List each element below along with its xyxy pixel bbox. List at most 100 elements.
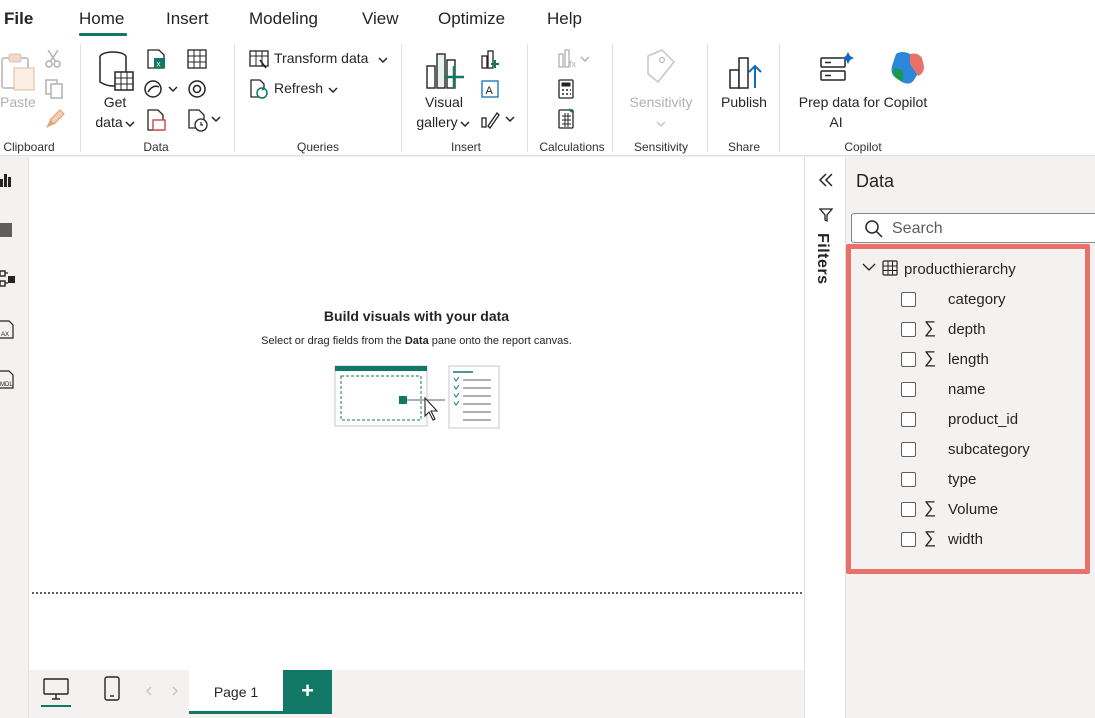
menu-file[interactable]: File [4, 9, 33, 29]
copilot-icon [891, 52, 924, 84]
field-name: Volume [948, 501, 999, 518]
field-row[interactable]: ∑ Volume [901, 498, 1081, 522]
dataverse-file-icon[interactable] [145, 108, 167, 132]
queries-group-label: Queries [296, 140, 340, 154]
enter-data-icon[interactable] [186, 48, 208, 70]
copilot-group-label: Copilot [844, 140, 882, 154]
publish-label: Publish [721, 94, 767, 110]
field-row[interactable]: subcategory [901, 438, 1081, 462]
separator [401, 44, 402, 152]
clipboard-group-label: Clipboard [3, 140, 55, 154]
text-box-icon[interactable]: A [479, 78, 501, 100]
separator [779, 44, 780, 152]
sensitivity-label: Sensitivity [629, 94, 693, 110]
separator [612, 44, 613, 152]
subtitle-bold: Data [404, 335, 429, 347]
format-painter-icon[interactable] [44, 108, 66, 130]
get-data-label-1: Get [103, 94, 127, 110]
menu-help[interactable]: Help [547, 9, 582, 29]
field-checkbox[interactable] [901, 382, 916, 397]
chevron-right-icon[interactable] [171, 686, 179, 696]
onelake-icon[interactable] [143, 78, 165, 100]
desktop-layout-icon[interactable] [43, 678, 69, 702]
add-page-button[interactable]: + [283, 670, 332, 714]
field-checkbox[interactable] [901, 352, 916, 367]
more-visuals-icon[interactable] [479, 108, 501, 130]
table-view-icon[interactable] [0, 221, 14, 239]
visual-gallery-label-1: Visual [425, 94, 463, 110]
dax-query-icon[interactable]: AX [0, 319, 16, 341]
separator [234, 44, 235, 152]
field-checkbox[interactable] [901, 502, 916, 517]
menu-optimize[interactable]: Optimize [438, 9, 505, 29]
field-checkbox[interactable] [901, 532, 916, 547]
menu-view[interactable]: View [362, 9, 399, 29]
field-row[interactable]: product_id [901, 408, 1081, 432]
field-row[interactable]: type [901, 468, 1081, 492]
field-name: product_id [948, 411, 1019, 428]
sensitivity-icon [647, 49, 676, 84]
field-name: type [948, 471, 977, 488]
chevron-down-icon [460, 121, 470, 128]
svg-text:A: A [486, 85, 494, 97]
chevron-down-icon[interactable] [505, 115, 515, 123]
excel-icon[interactable]: x [145, 48, 167, 70]
collapse-pane-icon[interactable] [817, 171, 835, 189]
subtitle-text: Select or drag fields from the [261, 335, 405, 347]
filters-pane-collapsed[interactable]: Filters [804, 157, 846, 718]
model-view-icon[interactable] [0, 269, 16, 291]
recent-sources-icon[interactable] [186, 108, 210, 132]
prep-data-icon [820, 52, 854, 81]
field-row[interactable]: ∑ depth [901, 318, 1081, 342]
field-name: subcategory [948, 441, 1030, 458]
field-checkbox[interactable] [901, 472, 916, 487]
quick-measure-icon[interactable] [555, 108, 577, 130]
copy-icon[interactable] [44, 78, 64, 100]
field-checkbox[interactable] [901, 442, 916, 457]
sigma-icon: ∑ [924, 498, 937, 517]
field-row[interactable]: ∑ width [901, 528, 1081, 552]
page-tab[interactable]: Page 1 [189, 670, 283, 714]
empty-canvas-subtitle: Select or drag fields from the Data pane… [29, 335, 804, 347]
data-pane-title: Data [856, 171, 895, 191]
filter-icon [819, 208, 833, 223]
cut-icon[interactable] [44, 48, 62, 68]
paste-label: Paste [0, 94, 36, 110]
new-measure-icon[interactable]: fx [555, 48, 577, 70]
field-row[interactable]: category [901, 288, 1081, 312]
dataverse-icon[interactable] [186, 78, 208, 100]
transform-data-icon [249, 50, 269, 69]
calculator-icon[interactable] [555, 78, 577, 100]
chevron-down-icon[interactable] [211, 115, 221, 123]
ribbon: Paste Clipboard Get data x Data Transfor… [0, 38, 1095, 156]
field-name: name [948, 381, 986, 398]
chevron-down-icon[interactable] [862, 262, 876, 272]
chevron-down-icon [656, 121, 666, 128]
page-bar: Page 1 + [29, 670, 804, 718]
tmdl-view-icon[interactable]: MDL [0, 369, 16, 391]
field-checkbox[interactable] [901, 322, 916, 337]
sensitivity-group-label: Sensitivity [633, 140, 689, 154]
mobile-layout-icon[interactable] [103, 676, 121, 702]
menu-modeling[interactable]: Modeling [249, 9, 318, 29]
publish-icon [729, 57, 762, 89]
field-checkbox[interactable] [901, 292, 916, 307]
search-input[interactable] [892, 218, 1092, 240]
field-name: length [948, 351, 989, 368]
chevron-down-icon[interactable] [580, 55, 590, 63]
field-checkbox[interactable] [901, 412, 916, 427]
empty-canvas-title: Build visuals with your data [323, 308, 510, 324]
field-row[interactable]: ∑ length [901, 348, 1081, 372]
svg-text:MDL: MDL [0, 382, 13, 388]
menu-home[interactable]: Home [79, 9, 124, 29]
report-canvas[interactable]: Build visuals with your data Select or d… [29, 157, 804, 670]
report-view-icon[interactable] [0, 171, 14, 189]
chevron-left-icon[interactable] [145, 686, 153, 696]
chevron-down-icon[interactable] [168, 85, 178, 93]
menu-insert[interactable]: Insert [166, 9, 209, 29]
field-name: width [948, 531, 984, 548]
svg-text:fx: fx [569, 59, 577, 69]
new-visual-icon[interactable] [479, 48, 501, 70]
field-row[interactable]: name [901, 378, 1081, 402]
sigma-icon: ∑ [924, 528, 937, 547]
